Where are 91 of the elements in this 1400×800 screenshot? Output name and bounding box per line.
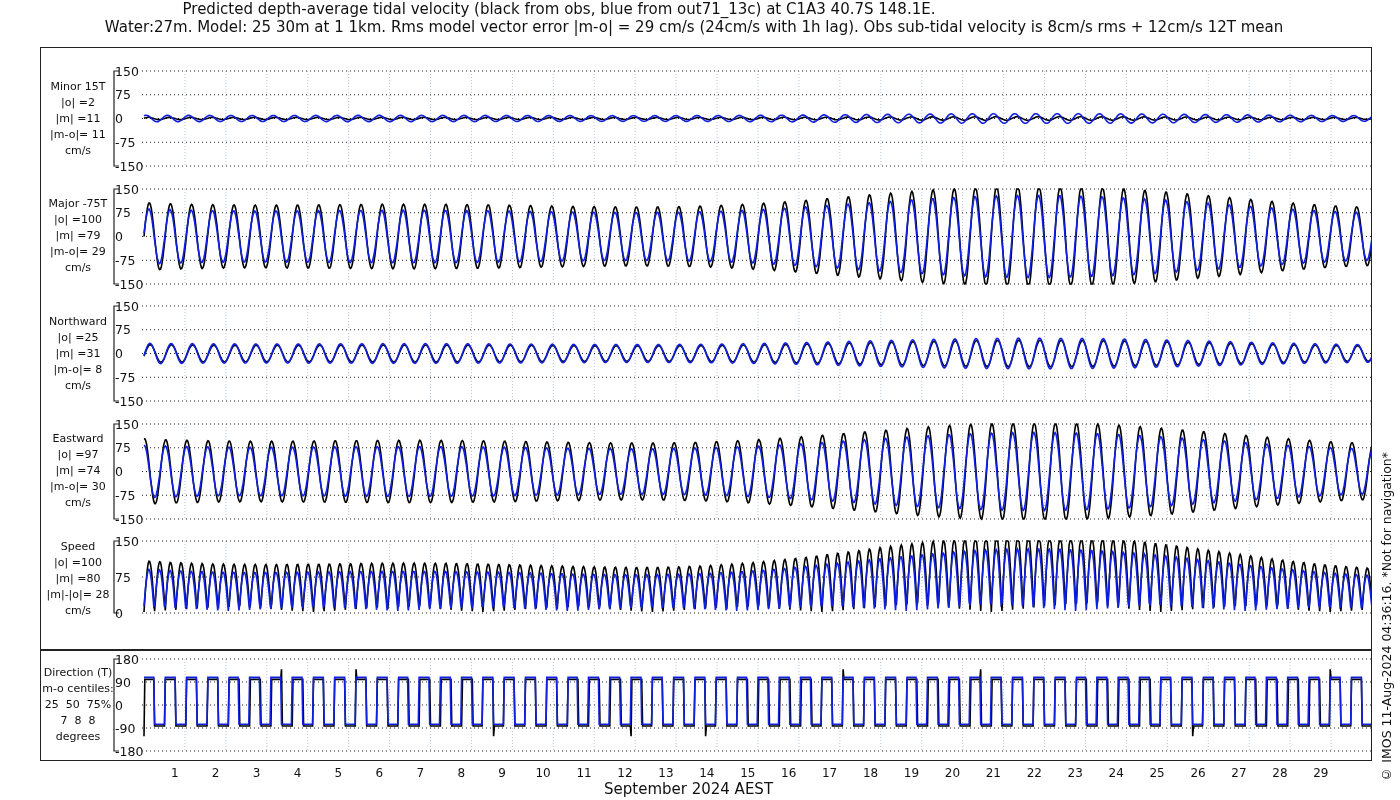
y-tick-label: -150 (114, 393, 144, 409)
panel-label: |m-o|= 11 (50, 126, 106, 143)
y-tick-label: -150 (114, 158, 144, 174)
panel-label: Northward (49, 313, 107, 330)
x-tick-label: 12 (617, 766, 633, 780)
panel-label: |o| =25 (57, 329, 99, 346)
panel-label: |m-o|= 30 (50, 479, 106, 495)
x-tick-label: 22 (1026, 766, 1042, 780)
y-tick-label: 0 (114, 228, 123, 244)
panel-label: |o| =100 (54, 555, 102, 571)
panel-label: |m-o|= 8 (53, 361, 103, 378)
y-tick-label: 75 (114, 569, 131, 585)
x-tick-label: 7 (416, 766, 425, 780)
x-tick-label: 21 (985, 766, 1001, 780)
y-tick-label: 90 (115, 674, 131, 690)
panel-label: cm/s (64, 260, 92, 276)
y-tick-label: -150 (114, 511, 144, 526)
panel-label: |m| =79 (55, 228, 101, 244)
y-tick-label: 75 (114, 322, 131, 338)
x-tick-label: 10 (535, 766, 551, 780)
panel-label: 25 50 75% (44, 697, 112, 713)
x-tick-label: 8 (457, 766, 466, 780)
y-tick-label: 75 (114, 87, 131, 103)
panel-label: |m| =11 (55, 110, 101, 127)
x-tick-label: 1 (170, 766, 179, 780)
x-tick-label: 14 (699, 766, 715, 780)
panel-label: Direction (T) (43, 665, 113, 681)
chart-title: Water:27m. Model: 25 30m at 1 1km. Rms model vector error |m-o| = 29 cm/s (24cm/s with 1h lag). Obs sub-tidal velocity is 8cm/s rms + 12cm/s 12T mean (103, 18, 1285, 36)
panel-label: Major -75T (48, 196, 108, 212)
x-tick-label: 17 (822, 766, 838, 780)
y-tick-label: -180 (115, 743, 144, 759)
panel-label: |o| =97 (57, 447, 99, 463)
panel-label: Minor 15T (50, 78, 106, 95)
x-tick-label: 3 (252, 766, 261, 780)
panel-label: cm/s (64, 495, 92, 511)
x-tick-label: 18 (862, 766, 879, 780)
x-tick-label: 26 (1190, 766, 1206, 780)
x-tick-label: 15 (740, 766, 756, 780)
y-tick-label: 0 (114, 463, 123, 479)
panel-label: |o| =2 (61, 94, 95, 111)
x-tick-label: 9 (498, 766, 506, 780)
panel-label: |o| =100 (54, 212, 102, 228)
y-tick-label: -90 (115, 720, 136, 736)
y-tick-label: 180 (115, 651, 139, 667)
panel-label: degrees (55, 729, 101, 745)
y-tick-label: 0 (115, 697, 123, 713)
y-tick-label: -150 (114, 276, 144, 291)
y-tick-label: -75 (114, 134, 136, 150)
y-tick-label: 150 (114, 416, 139, 431)
panel-label: |m| =74 (55, 463, 101, 479)
x-tick-label: 11 (576, 766, 592, 780)
x-tick-label: 20 (944, 766, 961, 780)
x-tick-label: 6 (375, 766, 384, 780)
y-tick-label: 0 (114, 346, 123, 361)
y-tick-label: 150 (114, 181, 139, 196)
chart-title: Predicted depth-average tidal velocity (black from obs, blue from out71_13c) at C1A3 40.7S 148.1E. (181, 0, 937, 18)
copyright-note: © IMOS 11-Aug-2024 04:36:16. *Not for navigation* (1378, 452, 1394, 782)
x-tick-label: 23 (1067, 766, 1083, 780)
panel-label: 7 8 8 (60, 713, 96, 729)
x-tick-label: 27 (1231, 766, 1247, 780)
panel-label: |m| =80 (55, 571, 101, 587)
x-tick-label: 19 (903, 766, 920, 780)
panel-label: |m-o|= 29 (50, 244, 106, 260)
x-tick-label: 16 (781, 766, 797, 780)
panel-label: Eastward (52, 431, 104, 447)
panel-label: Speed (60, 539, 96, 555)
x-tick-label: 28 (1272, 766, 1288, 780)
y-tick-label: 75 (114, 204, 131, 220)
x-tick-label: 25 (1149, 766, 1165, 780)
panel-label: cm/s (64, 142, 92, 159)
y-tick-label: -75 (114, 369, 136, 385)
y-tick-label: -75 (114, 252, 136, 268)
x-tick-label: 2 (211, 766, 220, 780)
x-tick-label: 5 (334, 766, 343, 780)
panel-label: |m|-|o|= 28 (46, 587, 110, 603)
y-tick-label: 0 (114, 111, 123, 126)
x-tick-label: 4 (293, 766, 302, 780)
panel-label: m-o centiles: (42, 681, 114, 697)
x-tick-label: 13 (658, 766, 674, 780)
y-tick-label: 150 (114, 63, 139, 79)
panel-label: |m| =31 (55, 345, 101, 362)
y-tick-label: 75 (114, 439, 131, 455)
y-tick-label: -75 (114, 487, 136, 503)
x-tick-label: 29 (1313, 766, 1329, 780)
y-tick-label: 150 (114, 533, 139, 549)
x-axis-label: September 2024 AEST (604, 781, 775, 797)
y-tick-label: 0 (114, 605, 123, 621)
x-tick-label: 24 (1108, 766, 1124, 780)
panel-label: cm/s (64, 603, 92, 619)
panel-label: cm/s (64, 377, 92, 394)
y-tick-label: 150 (114, 298, 139, 314)
